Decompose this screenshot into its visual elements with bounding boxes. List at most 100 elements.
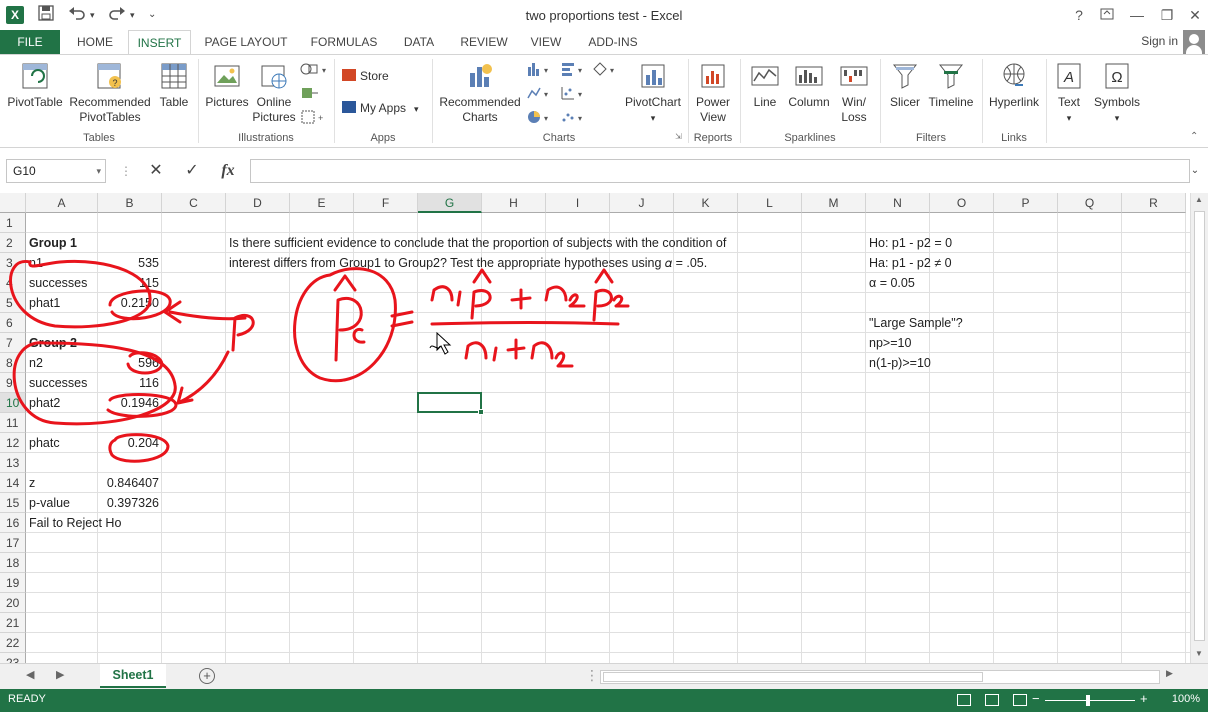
row-header[interactable]: 16	[0, 513, 26, 533]
row-header[interactable]: 3	[0, 253, 26, 273]
select-all-corner[interactable]	[0, 193, 26, 213]
cell-a10[interactable]: phat2	[26, 393, 63, 413]
row-header[interactable]: 22	[0, 633, 26, 653]
row-header[interactable]: 2	[0, 233, 26, 253]
column-header[interactable]: A	[26, 193, 98, 213]
sparkline-line-button[interactable]: Line	[746, 61, 784, 110]
cell-b12[interactable]: 0.204	[98, 433, 162, 453]
cell-b9[interactable]: 116	[98, 373, 162, 393]
row-header[interactable]: 23	[0, 653, 26, 663]
column-header[interactable]: G	[418, 193, 482, 213]
cell-a9[interactable]: successes	[26, 373, 90, 393]
pie-chart-icon[interactable]: ▾	[526, 109, 552, 128]
fill-handle[interactable]	[478, 409, 484, 415]
vertical-scrollbar[interactable]: ▲ ▼	[1190, 193, 1208, 663]
zoom-out-button[interactable]: −	[1032, 691, 1040, 706]
row-header[interactable]: 9	[0, 373, 26, 393]
cell-a15[interactable]: p-value	[26, 493, 73, 513]
column-header[interactable]: I	[546, 193, 610, 213]
avatar[interactable]	[1183, 30, 1205, 54]
cell-a12[interactable]: phatc	[26, 433, 63, 453]
row-header[interactable]: 19	[0, 573, 26, 593]
online-pictures-button[interactable]: Online Pictures	[252, 61, 296, 125]
cell-a7[interactable]: Group 2	[26, 333, 80, 353]
cancel-icon[interactable]: ✕	[142, 159, 170, 183]
minimize-button[interactable]: —	[1124, 4, 1150, 26]
cell-n8[interactable]: n(1-p)>=10	[866, 353, 934, 373]
column-header[interactable]: F	[354, 193, 418, 213]
column-header[interactable]: L	[738, 193, 802, 213]
line-chart-icon[interactable]: ▾	[526, 85, 552, 104]
charts-dialog-launcher-icon[interactable]: ⇲	[675, 132, 682, 141]
row-header[interactable]: 13	[0, 453, 26, 473]
column-header[interactable]: N	[866, 193, 930, 213]
row-header[interactable]: 8	[0, 353, 26, 373]
scroll-right-icon[interactable]: ▶	[1166, 668, 1173, 679]
page-layout-view-icon[interactable]	[985, 694, 999, 706]
sheet-tab-sheet1[interactable]: Sheet1	[100, 664, 166, 688]
column-header[interactable]: D	[226, 193, 290, 213]
tab-insert[interactable]: INSERT	[128, 30, 191, 54]
cell-d2[interactable]: Is there sufficient evidence to conclude…	[226, 233, 729, 253]
cell-n7[interactable]: np>=10	[866, 333, 914, 353]
cell-a3[interactable]: n1	[26, 253, 46, 273]
my-apps-button[interactable]: My Apps ▾	[342, 101, 419, 115]
row-header[interactable]: 17	[0, 533, 26, 553]
collapse-ribbon-icon[interactable]: ⌃	[1190, 131, 1198, 142]
help-button[interactable]: ?	[1066, 4, 1092, 26]
row-header[interactable]: 11	[0, 413, 26, 433]
insert-function-icon[interactable]: fx	[214, 159, 242, 183]
bar-chart-icon[interactable]: ▾	[560, 61, 586, 80]
column-header[interactable]: R	[1122, 193, 1186, 213]
row-header[interactable]: 4	[0, 273, 26, 293]
zoom-slider[interactable]	[1045, 700, 1135, 701]
close-button[interactable]: ✕	[1182, 4, 1208, 26]
zoom-level[interactable]: 100%	[1172, 693, 1200, 705]
smartart-icon[interactable]	[300, 85, 320, 104]
row-header[interactable]: 5	[0, 293, 26, 313]
column-header[interactable]: K	[674, 193, 738, 213]
column-header[interactable]: Q	[1058, 193, 1122, 213]
column-header[interactable]: E	[290, 193, 354, 213]
cell-b5[interactable]: 0.2150	[98, 293, 162, 313]
tab-data[interactable]: DATA	[392, 30, 446, 54]
cell-n6[interactable]: "Large Sample"?	[866, 313, 966, 333]
power-view-button[interactable]: Power View	[692, 61, 734, 125]
cell-d3[interactable]: interest differs from Group1 to Group2? …	[226, 253, 710, 273]
column-header[interactable]: J	[610, 193, 674, 213]
sparkline-winloss-button[interactable]: Win/ Loss	[834, 61, 874, 125]
hyperlink-button[interactable]: Hyperlink	[986, 61, 1042, 110]
row-header[interactable]: 10	[0, 393, 26, 413]
worksheet-grid[interactable]: A B C D E F G H I J K L M N O P Q R 1 2 3 4 5 6 7 8 9 10 11 12 13 14 15 1…	[0, 193, 1190, 663]
formula-input[interactable]	[250, 159, 1190, 183]
recommended-pivottables-button[interactable]: ? Recommended PivotTables	[66, 61, 154, 125]
cell-b3[interactable]: 535	[98, 253, 162, 273]
screenshot-icon[interactable]: +	[300, 109, 326, 128]
row-header[interactable]: 6	[0, 313, 26, 333]
text-button[interactable]: A Text ▾	[1050, 61, 1088, 126]
cell-a16[interactable]: Fail to Reject Ho	[26, 513, 124, 533]
pivotchart-button[interactable]: PivotChart ▾	[622, 61, 684, 126]
cell-a8[interactable]: n2	[26, 353, 46, 373]
row-header[interactable]: 12	[0, 433, 26, 453]
tab-file[interactable]: FILE	[0, 30, 60, 54]
row-header[interactable]: 15	[0, 493, 26, 513]
column-header[interactable]: C	[162, 193, 226, 213]
scatter-chart-icon[interactable]: ▾	[560, 109, 586, 128]
tab-add-ins[interactable]: ADD-INS	[578, 30, 648, 54]
ribbon-display-options-icon[interactable]	[1094, 4, 1120, 26]
tab-page-layout[interactable]: PAGE LAYOUT	[198, 30, 294, 54]
column-chart-icon[interactable]: ▾	[526, 61, 552, 80]
pivottable-button[interactable]: PivotTable	[4, 61, 66, 110]
cell-b8[interactable]: 596	[98, 353, 162, 373]
cell-b14[interactable]: 0.846407	[98, 473, 162, 493]
page-break-view-icon[interactable]	[1013, 694, 1027, 706]
shapes-icon[interactable]: ▾	[300, 61, 326, 80]
tab-view[interactable]: VIEW	[522, 30, 570, 54]
row-header[interactable]: 7	[0, 333, 26, 353]
tab-formulas[interactable]: FORMULAS	[302, 30, 386, 54]
horizontal-scroll-thumb[interactable]	[603, 672, 983, 682]
pictures-button[interactable]: Pictures	[202, 61, 252, 110]
cell-n4[interactable]: α = 0.05	[866, 273, 918, 293]
scroll-up-icon[interactable]: ▲	[1195, 195, 1203, 204]
